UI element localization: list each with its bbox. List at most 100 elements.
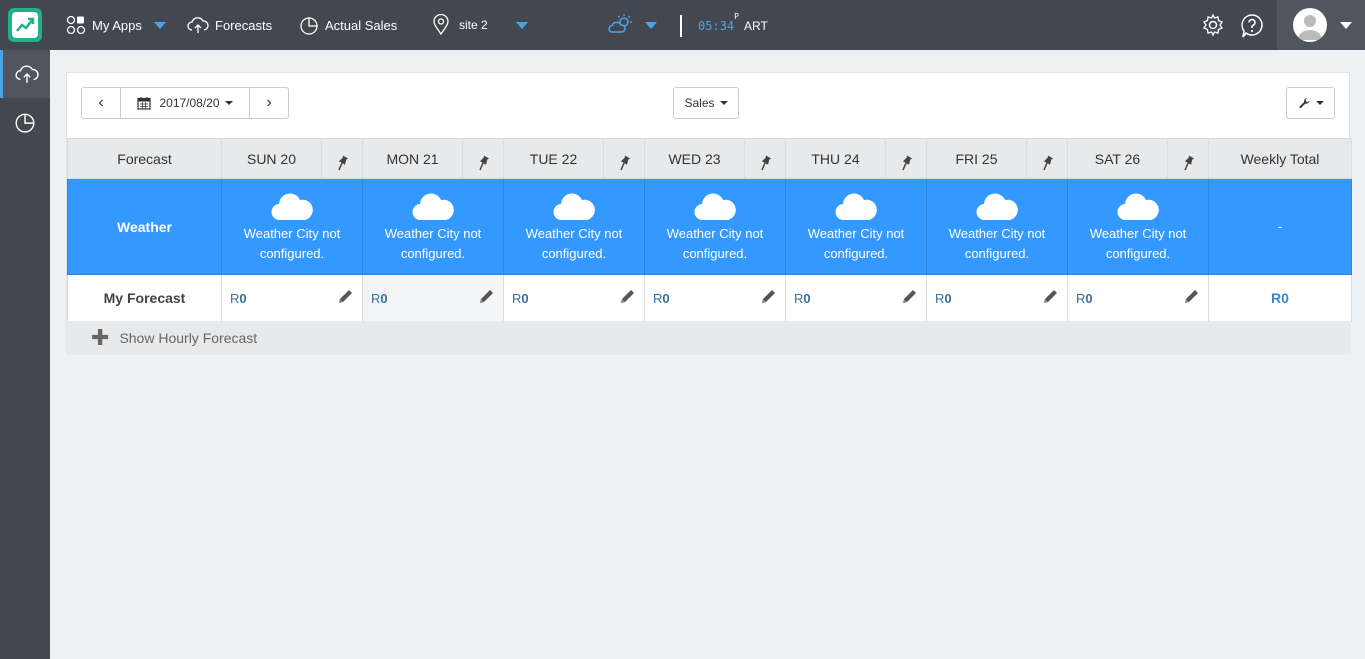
chevron-left-icon: ‹	[98, 94, 104, 111]
metric-dropdown[interactable]: Sales	[673, 87, 739, 119]
forecasts-label: Forecasts	[215, 17, 273, 33]
weather-msg-line1: Weather City not	[525, 225, 623, 241]
pin-button[interactable]	[462, 138, 504, 179]
edit-icon[interactable]	[900, 288, 918, 309]
edit-icon[interactable]	[1041, 288, 1059, 309]
prev-week-button[interactable]: ‹	[81, 87, 121, 119]
chevron-down-icon	[224, 101, 233, 105]
pin-icon	[1027, 154, 1067, 171]
app-logo[interactable]	[8, 8, 42, 42]
forecast-cell[interactable]: R0	[785, 274, 927, 322]
sidebar-item-forecasts[interactable]	[0, 50, 50, 98]
header-forecast: Forecast	[67, 138, 222, 179]
pie-chart-icon	[15, 113, 35, 133]
plus-icon: ✚	[91, 325, 110, 350]
help-button[interactable]	[1240, 13, 1264, 44]
edit-icon[interactable]	[336, 288, 354, 309]
settings-button[interactable]	[1201, 13, 1225, 42]
apps-icon	[66, 15, 86, 35]
cloud-icon	[645, 190, 785, 222]
top-bar: My Apps Forecasts Actual Sales site 2 05…	[0, 0, 1365, 50]
chevron-down-icon	[1315, 101, 1324, 105]
weather-menu[interactable]	[607, 0, 657, 50]
show-hourly-forecast-toggle[interactable]: ✚ Show Hourly Forecast	[67, 321, 1351, 355]
location-pin-icon	[433, 14, 449, 36]
chevron-down-icon	[153, 21, 166, 29]
weather-row: Weather Weather City not configured. Weat…	[67, 178, 1352, 275]
forecasts-link[interactable]: Forecasts	[187, 0, 272, 50]
sun-cloud-icon	[608, 14, 632, 33]
weather-msg-line2: configured.	[964, 245, 1030, 261]
amount: 0	[662, 290, 670, 306]
pin-button[interactable]	[1167, 138, 1209, 179]
forecast-cell[interactable]: R0	[1067, 274, 1209, 322]
date-picker-button[interactable]: 2017/08/20	[120, 87, 250, 119]
clock: 05:34P	[698, 12, 739, 33]
cloud-icon	[927, 190, 1067, 222]
forecast-cell[interactable]: R0	[221, 274, 363, 322]
weather-msg-line2: configured.	[823, 245, 889, 261]
currency: R	[230, 290, 240, 306]
pin-icon	[745, 154, 785, 171]
pin-icon	[1168, 154, 1208, 171]
forecast-value: R0	[371, 291, 388, 306]
pin-button[interactable]	[603, 138, 645, 179]
chevron-down-icon	[515, 21, 528, 29]
cloud-icon	[222, 190, 362, 222]
forecast-value: R0	[794, 291, 811, 306]
metric-label: Sales	[684, 96, 715, 110]
weather-cell: Weather City not configured.	[362, 178, 504, 275]
weather-msg-line2: configured.	[541, 245, 607, 261]
site-label: site 2	[459, 18, 488, 32]
cloud-icon	[786, 190, 926, 222]
forecast-value: R0	[512, 291, 529, 306]
forecast-panel: ‹ 2017/08/20 › Sales Forecast SUN 20 MON…	[66, 72, 1352, 355]
next-week-button[interactable]: ›	[249, 87, 289, 119]
cloud-icon	[363, 190, 503, 222]
header-day: TUE 22	[503, 138, 604, 179]
weather-cell: Weather City not configured.	[1067, 178, 1209, 275]
site-selector[interactable]: site 2	[431, 0, 528, 50]
forecast-cell[interactable]: R0	[362, 274, 504, 322]
divider	[680, 15, 682, 37]
amount: 0	[239, 290, 247, 306]
pin-button[interactable]	[1026, 138, 1068, 179]
chevron-down-icon	[1340, 22, 1352, 29]
forecast-cell[interactable]: R0	[644, 274, 786, 322]
edit-icon[interactable]	[1182, 288, 1200, 309]
header-day: WED 23	[644, 138, 745, 179]
clock-minutes: 34	[719, 19, 735, 33]
tools-dropdown[interactable]	[1286, 87, 1335, 119]
edit-icon[interactable]	[618, 288, 636, 309]
actual-sales-link[interactable]: Actual Sales	[299, 0, 397, 50]
weather-cell: Weather City not configured.	[926, 178, 1068, 275]
trend-chart-icon	[12, 12, 38, 38]
currency: R	[794, 290, 804, 306]
show-hourly-label: Show Hourly Forecast	[119, 330, 258, 346]
actual-sales-label: Actual Sales	[325, 17, 398, 33]
pin-button[interactable]	[885, 138, 927, 179]
weather-msg-line2: configured.	[400, 245, 466, 261]
header-weekly-total: Weekly Total	[1208, 138, 1352, 179]
currency: R	[653, 290, 663, 306]
forecast-cell[interactable]: R0	[926, 274, 1068, 322]
weather-msg-line2: configured.	[682, 245, 748, 261]
pie-chart-icon	[300, 17, 318, 35]
header-day: SUN 20	[221, 138, 322, 179]
avatar	[1293, 8, 1327, 42]
weather-msg-line1: Weather City not	[243, 225, 341, 241]
amount: 0	[380, 290, 388, 306]
forecast-cell[interactable]: R0	[503, 274, 645, 322]
calendar-icon	[137, 97, 152, 110]
pin-button[interactable]	[321, 138, 363, 179]
user-menu[interactable]	[1277, 0, 1365, 50]
currency: R	[371, 290, 381, 306]
edit-icon[interactable]	[477, 288, 495, 309]
my-apps-menu[interactable]: My Apps	[66, 0, 166, 50]
my-apps-label: My Apps	[92, 17, 142, 33]
pin-button[interactable]	[744, 138, 786, 179]
sidebar-item-actual-sales[interactable]	[0, 98, 50, 146]
cloud-upload-icon	[187, 17, 209, 33]
edit-icon[interactable]	[759, 288, 777, 309]
gear-icon	[1203, 13, 1223, 37]
